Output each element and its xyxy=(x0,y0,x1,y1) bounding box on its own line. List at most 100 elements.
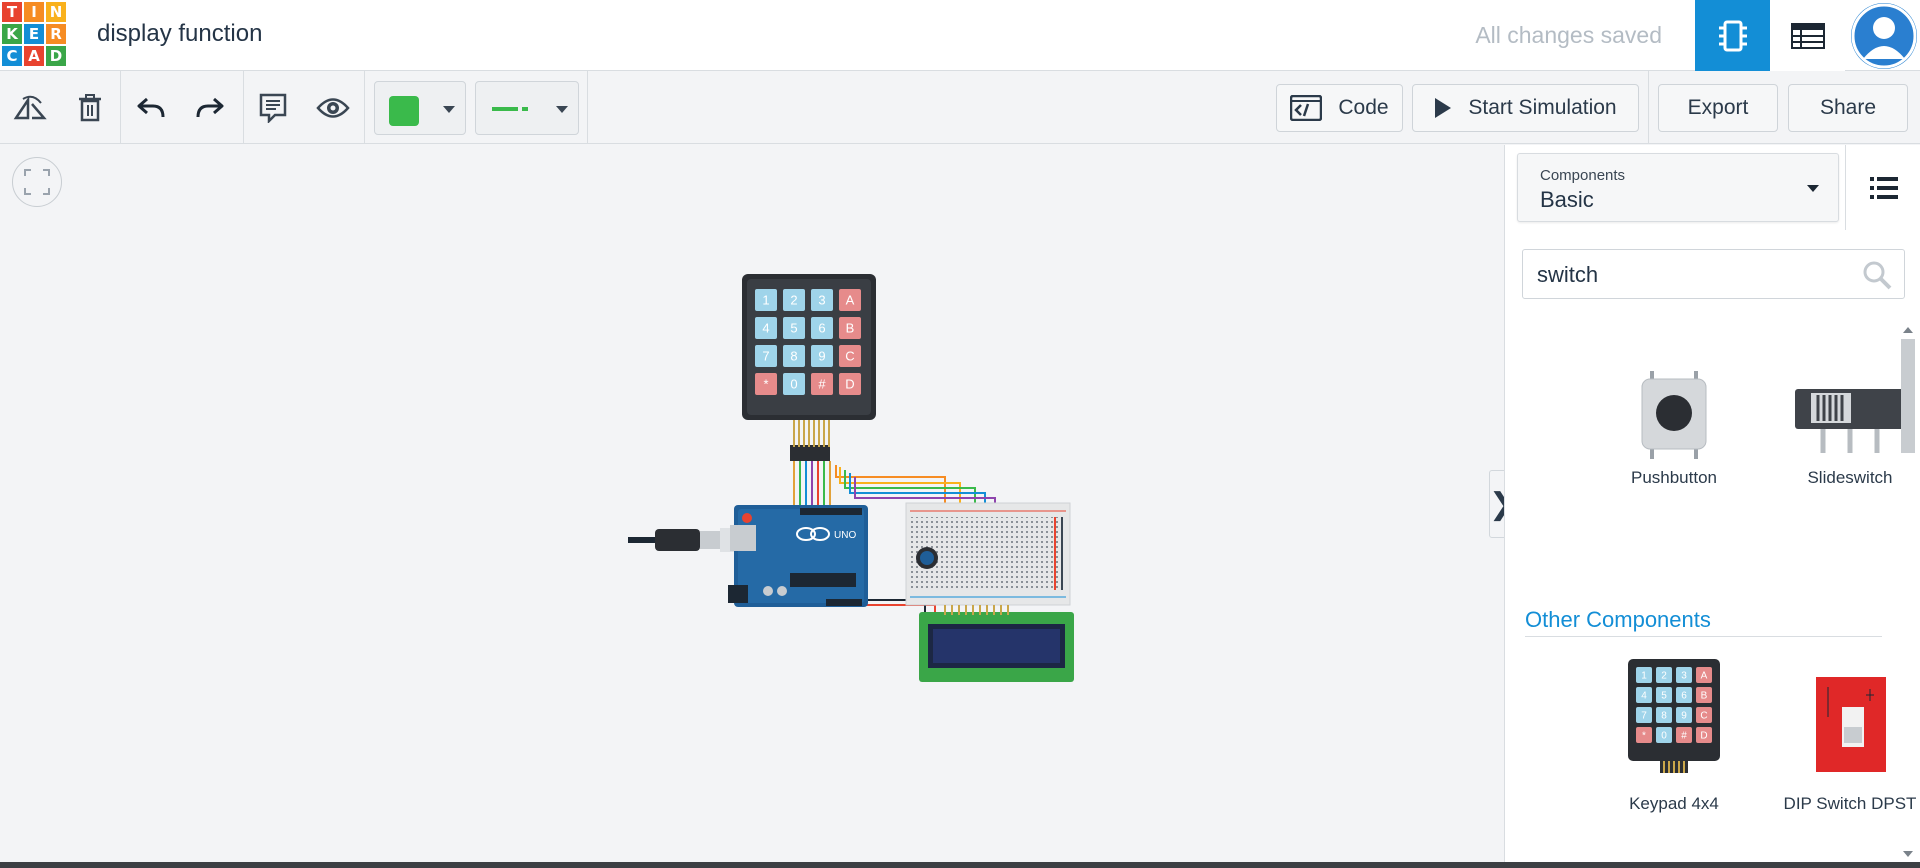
logo-letter: D xyxy=(46,46,66,66)
component-tile-pushbutton[interactable]: Pushbutton xyxy=(1594,363,1754,488)
tinkercad-logo[interactable]: TIN KER CAD xyxy=(0,0,68,68)
keypad-key-label: 1 xyxy=(1641,671,1647,682)
circuit-view-button[interactable] xyxy=(1695,0,1770,71)
user-avatar[interactable] xyxy=(1851,3,1917,69)
eye-icon xyxy=(316,98,350,118)
keypad-key-label: 0 xyxy=(1661,731,1667,742)
start-simulation-label: Start Simulation xyxy=(1468,96,1617,119)
share-button[interactable]: Share xyxy=(1788,84,1908,132)
fill-color-picker[interactable] xyxy=(374,81,466,135)
tile-label: Keypad 4x4 xyxy=(1629,794,1719,813)
keypad-key-label: 9 xyxy=(818,349,825,364)
trash-icon xyxy=(79,94,101,122)
play-icon xyxy=(1435,98,1452,118)
component-search-input[interactable]: switch xyxy=(1522,249,1905,299)
pushbutton-icon xyxy=(1641,371,1707,459)
undo-icon xyxy=(137,97,165,118)
keypad-key-label: 4 xyxy=(1641,691,1647,702)
slideswitch-icon xyxy=(1795,389,1905,453)
code-window-icon xyxy=(1290,95,1323,121)
user-avatar-icon xyxy=(1851,3,1917,69)
logo-letter: T xyxy=(2,2,22,22)
share-button-label: Share xyxy=(1819,96,1877,119)
keypad-key-label: 5 xyxy=(1661,691,1667,702)
wire-style-picker[interactable] xyxy=(475,81,579,135)
keypad-key-label: # xyxy=(818,377,826,392)
schematic-view-button[interactable] xyxy=(1770,0,1845,71)
visibility-button[interactable] xyxy=(313,88,353,128)
circuit-canvas[interactable]: 1 2 3 A 4 5 6 B 7 8 9 C * 0 # D UNO xyxy=(0,145,1504,865)
logo-letter: K xyxy=(2,24,22,44)
section-title: Other Components xyxy=(1525,607,1711,632)
keypad-key-label: C xyxy=(1700,711,1707,722)
keypad-key-label: 4 xyxy=(762,321,769,336)
keypad-key-label: 8 xyxy=(790,349,797,364)
search-icon[interactable] xyxy=(1862,260,1892,290)
horizontal-scrollbar[interactable] xyxy=(0,862,1920,868)
panel-scrollbar[interactable] xyxy=(1895,323,1920,863)
delete-button[interactable] xyxy=(70,88,110,128)
save-status: All changes saved xyxy=(1475,22,1662,48)
keypad-key-label: B xyxy=(846,321,855,336)
keypad-key-label: 1 xyxy=(762,293,769,308)
keypad-key-label: 2 xyxy=(1661,671,1667,682)
keypad-key-label: 3 xyxy=(1681,671,1687,682)
list-view-button[interactable] xyxy=(1845,145,1920,230)
list-icon xyxy=(1869,176,1898,199)
start-simulation-button[interactable]: Start Simulation xyxy=(1412,84,1639,132)
keypad-key-label: 7 xyxy=(762,349,769,364)
redo-button[interactable] xyxy=(190,88,230,128)
chevron-down-icon xyxy=(556,106,568,113)
toolbar: Code Start Simulation Export Share xyxy=(0,71,1920,144)
circuit-chip-icon xyxy=(1718,20,1747,51)
keypad-key-label: A xyxy=(846,293,855,308)
keypad-component[interactable]: 1 2 3 A 4 5 6 B 7 8 9 C * 0 # D xyxy=(742,274,876,461)
circuit-drawing: 1 2 3 A4 5 6 B7 8 9 C* 0 # D UNO xyxy=(628,274,1074,682)
chevron-down-icon xyxy=(1807,185,1819,192)
tile-label: Pushbutton xyxy=(1630,468,1717,487)
keypad-key-label: # xyxy=(1681,731,1687,742)
logo-letter: E xyxy=(24,24,44,44)
keypad-key-label: * xyxy=(763,377,768,392)
keypad-key-label: 5 xyxy=(790,321,797,336)
notes-button[interactable] xyxy=(253,88,293,128)
keypad-key-label: D xyxy=(845,377,854,392)
dip-switch-icon xyxy=(1816,677,1886,772)
code-button[interactable]: Code xyxy=(1276,84,1403,132)
keypad-key-label: D xyxy=(1700,731,1707,742)
component-tile-keypad[interactable]: 1 2 3 A 4 5 6 B 7 8 9 C * 0 # D Keypad 4x4 xyxy=(1594,657,1754,814)
keypad-icon: 1 2 3 A 4 5 6 B 7 8 9 C * 0 # D xyxy=(1628,659,1720,773)
export-button-label: Export xyxy=(1687,96,1749,119)
keypad-key-label: * xyxy=(1642,731,1646,742)
top-header: TIN KER CAD display function All changes s… xyxy=(0,0,1920,71)
redo-icon xyxy=(196,97,224,118)
dropdown-value: Basic xyxy=(1540,187,1594,212)
potentiometer[interactable] xyxy=(916,547,938,569)
keypad-key-label: A xyxy=(1701,671,1708,682)
arduino-uno-board[interactable]: UNO xyxy=(728,505,868,607)
keypad-key-label: C xyxy=(845,349,854,364)
logo-letter: C xyxy=(2,46,22,66)
keypad-key-label: B xyxy=(1701,691,1708,702)
export-button[interactable]: Export xyxy=(1658,84,1778,132)
components-dropdown[interactable]: Components Basic xyxy=(1517,153,1839,222)
table-list-icon xyxy=(1790,22,1825,49)
keypad-key-label: 3 xyxy=(818,293,825,308)
logo-letter: I xyxy=(24,2,44,22)
undo-button[interactable] xyxy=(131,88,171,128)
chevron-down-icon xyxy=(443,106,455,113)
fill-color-swatch xyxy=(389,96,419,126)
rotate-button[interactable] xyxy=(10,88,50,128)
project-title[interactable]: display function xyxy=(97,20,262,48)
notes-icon xyxy=(259,93,287,123)
keypad-key-label: 2 xyxy=(790,293,797,308)
keypad-key-label: 9 xyxy=(1681,711,1687,722)
dropdown-label: Components xyxy=(1540,167,1626,184)
section-divider xyxy=(1525,636,1882,637)
board-label: UNO xyxy=(834,530,856,541)
keypad-key-label: 6 xyxy=(1681,691,1687,702)
keypad-key-label: 6 xyxy=(818,321,825,336)
rotate-icon xyxy=(13,95,47,120)
lcd-display[interactable] xyxy=(919,605,1074,682)
logo-letter: A xyxy=(24,46,44,66)
